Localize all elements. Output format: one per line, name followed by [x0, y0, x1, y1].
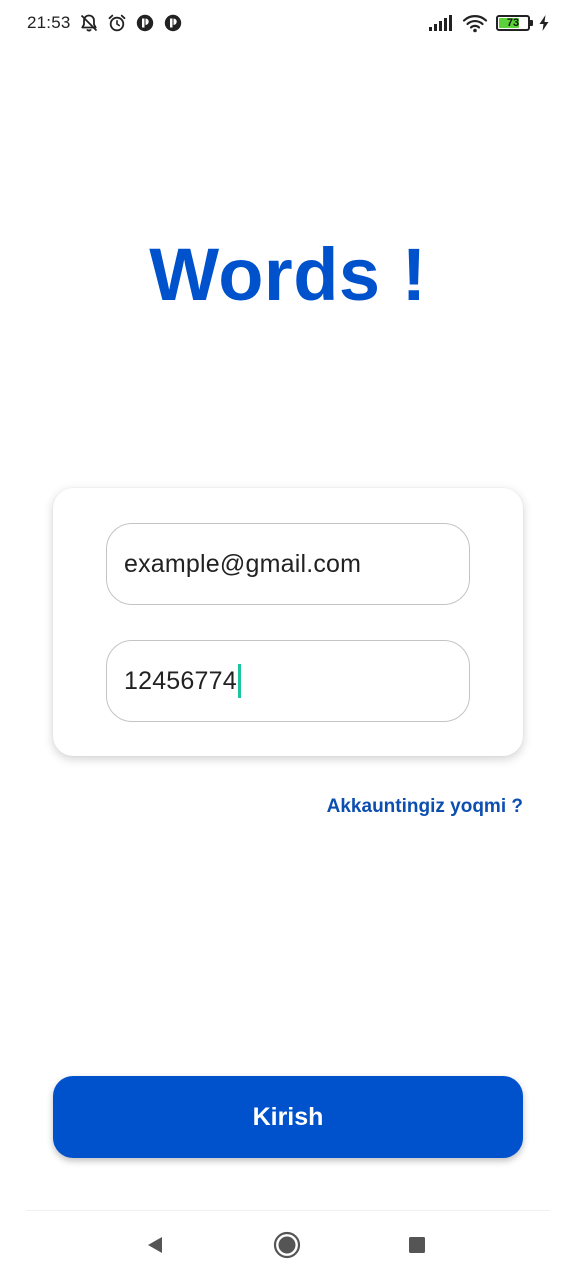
login-button[interactable]: Kirish: [53, 1076, 523, 1158]
signal-icon: [428, 14, 454, 32]
login-card: example@gmail.com 12456774: [53, 488, 523, 756]
app-notification-icon: [135, 13, 155, 33]
battery-level-text: 73: [506, 16, 520, 29]
recents-button[interactable]: [402, 1230, 432, 1260]
battery-icon: 73: [496, 15, 533, 31]
wifi-icon: [462, 13, 488, 33]
back-button[interactable]: [140, 1230, 170, 1260]
app-title: Words !: [149, 233, 427, 316]
email-field[interactable]: example@gmail.com: [106, 523, 470, 605]
password-field-value: 12456774: [124, 666, 237, 695]
recents-icon: [409, 1237, 425, 1253]
login-screen: 21:53 73 Words ! example@gmail.com 12456…: [0, 0, 576, 1280]
signup-link[interactable]: Akkauntingiz yoqmi ?: [327, 796, 523, 818]
text-caret: [237, 664, 241, 698]
password-field[interactable]: 12456774: [106, 640, 470, 722]
home-icon: [273, 1231, 301, 1259]
home-button[interactable]: [272, 1230, 302, 1260]
bell-off-icon: [79, 13, 99, 33]
status-time: 21:53: [27, 13, 71, 32]
alarm-icon: [107, 13, 127, 33]
app-notification-icon: [163, 13, 183, 33]
back-icon: [148, 1237, 162, 1253]
status-right: 73: [428, 13, 550, 33]
status-left: 21:53: [27, 13, 183, 33]
charging-icon: [538, 14, 550, 32]
nav-divider: [26, 1210, 550, 1211]
navigation-bar: [0, 1216, 576, 1280]
email-field-value: example@gmail.com: [124, 549, 362, 578]
status-bar: 21:53 73: [0, 0, 576, 46]
